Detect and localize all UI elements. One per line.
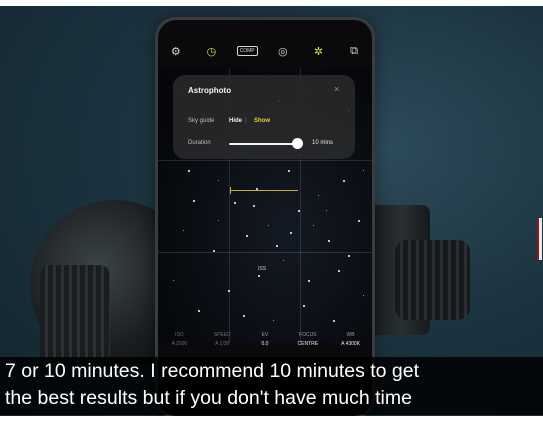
close-icon[interactable]: × xyxy=(334,84,339,94)
grid-line xyxy=(158,252,372,253)
star-dot xyxy=(218,180,219,181)
star-dot xyxy=(288,170,290,172)
compression-badge: COMP xyxy=(236,46,258,56)
compression-button[interactable]: COMP xyxy=(236,43,258,59)
panel-title: Astrophoto xyxy=(188,86,232,95)
duration-value: 10 mins xyxy=(312,140,334,146)
sky-guide-show-option[interactable]: Show xyxy=(254,118,270,124)
timer-icon[interactable]: ◷ xyxy=(200,43,222,59)
speed-setting[interactable]: SPEED A 1/30 xyxy=(202,332,242,347)
layers-icon[interactable]: ⧉ xyxy=(343,43,365,59)
star-dot xyxy=(276,245,278,247)
edge-marker-accent xyxy=(537,218,539,260)
star-dot xyxy=(328,240,330,242)
star-dot xyxy=(228,290,230,292)
frame-border-top xyxy=(0,0,543,6)
setting-name: FOCUS xyxy=(299,332,317,338)
star-dot xyxy=(308,280,310,282)
star-dot xyxy=(198,310,200,312)
sky-guide-hide-option[interactable]: Hide xyxy=(229,118,242,124)
star-dot xyxy=(173,280,174,281)
camera-top-bar: ⚙ ◷ COMP ◎ ✲ ⧉ xyxy=(158,40,372,62)
star-dot xyxy=(313,225,314,226)
duration-label: Duration xyxy=(188,140,211,146)
focus-icon[interactable]: ◎ xyxy=(272,43,294,59)
iso-setting[interactable]: ISO A 2500 xyxy=(159,332,199,347)
star-dot xyxy=(246,235,248,237)
star-dot xyxy=(358,220,360,222)
star-dot xyxy=(243,315,245,317)
video-frame: ⚙ ◷ COMP ◎ ✲ ⧉ ISS Astrophoto × Sky guid… xyxy=(0,0,543,422)
subtitle-box: 7 or 10 minutes. I recommend 10 minutes … xyxy=(0,357,543,415)
star-dot xyxy=(253,205,255,207)
settings-icon[interactable]: ⚙ xyxy=(165,43,187,59)
star-dot xyxy=(273,320,274,321)
duration-slider-track[interactable] xyxy=(229,143,296,145)
star-dot xyxy=(290,232,292,234)
star-dot xyxy=(343,180,345,182)
setting-name: SPEED xyxy=(213,332,231,338)
setting-name: EV xyxy=(261,332,269,338)
star-dot xyxy=(363,295,364,296)
subtitle-line-1: 7 or 10 minutes. I recommend 10 minutes … xyxy=(5,360,420,382)
star-dot xyxy=(318,195,319,196)
star-dot xyxy=(333,320,335,322)
star-dot xyxy=(326,210,327,211)
star-dot xyxy=(348,255,350,257)
star-dot xyxy=(363,170,364,171)
sky-guide-label: Sky guide xyxy=(188,118,215,124)
effects-icon[interactable]: ✲ xyxy=(307,43,329,59)
star-dot xyxy=(283,260,284,261)
star-dot xyxy=(188,170,190,172)
duration-slider-handle[interactable] xyxy=(292,138,303,149)
grid-line xyxy=(158,160,372,161)
setting-value: A 2500 xyxy=(171,341,188,347)
frame-border-bottom xyxy=(0,416,543,422)
setting-value: A 1/30 xyxy=(215,341,230,347)
star-dot xyxy=(183,230,184,231)
option-separator: | xyxy=(245,118,247,124)
setting-name: WB xyxy=(346,332,355,338)
sky-guide-line xyxy=(230,190,298,191)
star-dot xyxy=(268,225,269,226)
setting-name: ISO xyxy=(175,332,184,338)
setting-value: 0.0 xyxy=(261,341,269,347)
star-dot xyxy=(303,305,305,307)
wb-setting[interactable]: WB A 4300K xyxy=(331,332,371,347)
star-dot xyxy=(258,275,260,277)
star-dot xyxy=(338,270,340,272)
ev-setting[interactable]: EV 0.0 xyxy=(245,332,285,347)
tripod-knob-right xyxy=(395,240,470,320)
tripod-knob-left xyxy=(40,265,110,365)
focus-setting[interactable]: FOCUS CENTRE xyxy=(288,332,328,347)
astrophoto-panel: Astrophoto × Sky guide Hide | Show Durat… xyxy=(173,75,355,159)
star-dot xyxy=(298,210,300,212)
setting-value: A 4300K xyxy=(341,341,361,347)
star-dot xyxy=(218,220,219,221)
star-dot xyxy=(234,202,236,204)
subtitle-line-2: the best results but if you don't have m… xyxy=(5,387,412,409)
star-dot xyxy=(193,200,195,202)
star-dot xyxy=(213,250,215,252)
setting-value: CENTRE xyxy=(297,341,319,347)
sky-object-label: ISS xyxy=(258,266,267,272)
